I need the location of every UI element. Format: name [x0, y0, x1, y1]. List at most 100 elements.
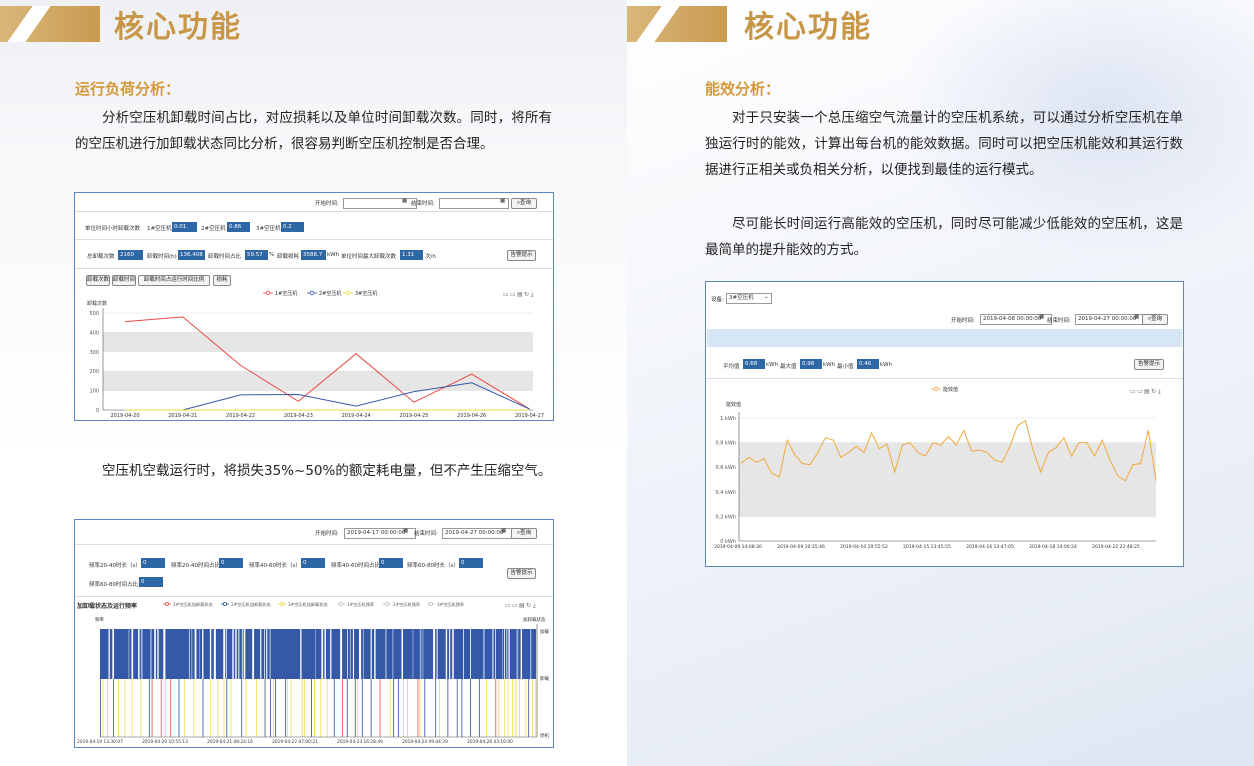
legend-label: 2#空压机加卸载状态	[231, 601, 271, 608]
state-stripe	[301, 679, 303, 737]
state-stripe	[243, 629, 246, 679]
state-stripe	[102, 679, 104, 737]
toolbox-icon[interactable]: ⤓	[531, 291, 534, 298]
query-button[interactable]: ⌕查询	[1142, 314, 1168, 325]
efficiency-chart: 0 kWh0.2 kWh0.4 kWh0.6 kWh0.8 kWh1 kWh能效…	[714, 386, 1161, 550]
y-axis-label: 能效值	[726, 401, 741, 408]
freq-field-label: 频率40-60时长（s）	[249, 563, 301, 569]
section-text-load-analysis: 分析空压机卸载时间占比，对应损耗以及单位时间卸载次数。同时，将所有的空压机进行加…	[75, 110, 552, 152]
calendar-icon[interactable]: ▦	[402, 198, 407, 204]
alarm-button[interactable]: 告警提示	[507, 250, 536, 261]
legend-marker	[345, 290, 351, 296]
legend-label: 能效值	[943, 386, 958, 393]
state-stripe	[154, 629, 156, 679]
unload-rate-value: 0.2	[281, 222, 304, 232]
state-stripe	[151, 679, 153, 737]
calendar-icon[interactable]: ▦	[500, 198, 505, 204]
state-stripe	[287, 679, 288, 737]
end-time-input[interactable]	[439, 198, 509, 209]
freq-field-label: 频率20-40时长（s）	[89, 563, 141, 569]
state-stripe	[507, 679, 509, 737]
max-value: 0.98	[800, 359, 822, 369]
state-stripe	[310, 679, 312, 737]
state-stripe	[498, 679, 500, 737]
end-time-label: 结束时间:	[1047, 318, 1071, 324]
toolbox-icon[interactable]: ▭	[1130, 388, 1136, 395]
toolbox-icon[interactable]: ▤	[519, 602, 525, 609]
toolbox-icon[interactable]: ▭	[510, 291, 516, 298]
x-tick-label: 2019-04-18 14:00:24	[1029, 544, 1077, 550]
query-button[interactable]: ⌕查询	[511, 528, 537, 539]
state-stripe	[412, 629, 414, 679]
toolbox-icon[interactable]: ↻	[526, 602, 531, 609]
query-button[interactable]: ⌕查询	[511, 198, 537, 209]
alarm-button[interactable]: 告警提示	[507, 568, 536, 579]
state-stripe	[100, 679, 101, 737]
freq-field-value: 0	[459, 558, 483, 568]
state-stripe	[140, 629, 143, 679]
state-stripe	[138, 629, 140, 679]
toolbox-icon[interactable]: ▭	[1137, 388, 1143, 395]
max-label: 最大值	[780, 364, 797, 370]
toolbox-icon[interactable]: ⤓	[533, 602, 536, 609]
state-stripe	[470, 679, 472, 737]
state-stripe	[191, 629, 193, 679]
toolbox-icon[interactable]: ↻	[1151, 388, 1156, 395]
toolbox-icon[interactable]: ▭	[503, 291, 509, 298]
calendar-icon[interactable]: ▦	[1039, 314, 1044, 320]
state-stripe	[340, 629, 343, 679]
legend-label: 2#空压机频率	[393, 601, 420, 608]
state-stripe	[112, 629, 114, 679]
unload-loss-label: 卸载损耗	[277, 254, 300, 260]
toolbox-icon[interactable]: ▤	[517, 291, 523, 298]
state-stripe	[470, 629, 471, 679]
min-value: 0.46	[857, 359, 879, 369]
toolbox-icon[interactable]: ↻	[524, 291, 529, 298]
state-stripe	[164, 679, 166, 737]
state-stripe	[422, 629, 424, 679]
legend-label: 1#空压机	[275, 290, 297, 297]
alarm-button[interactable]: 告警提示	[1134, 359, 1164, 370]
grid-band	[739, 491, 1156, 517]
state-stripe	[223, 679, 225, 737]
state-stripe	[389, 679, 391, 737]
state-stripe	[401, 629, 404, 679]
unit-label: kWh	[766, 362, 779, 368]
state-stripe	[447, 679, 449, 737]
state-label: 加载	[540, 628, 549, 635]
calendar-icon[interactable]: ▦	[403, 528, 408, 534]
toolbox-icon[interactable]: ▭	[505, 602, 511, 609]
x-tick-label: 2019-04-21	[168, 413, 197, 419]
state-stripe	[502, 629, 503, 679]
state-stripe	[342, 679, 343, 737]
state-stripe	[128, 629, 130, 679]
state-stripe	[321, 629, 324, 679]
state-stripe	[520, 629, 523, 679]
state-stripe	[202, 679, 204, 737]
chevron-down-icon[interactable]: ⌄	[764, 294, 769, 300]
toolbox-icon[interactable]: ▤	[1144, 388, 1150, 395]
y-tick-label: 0.6 kWh	[715, 465, 736, 471]
toolbox-icon[interactable]: ▭	[512, 602, 518, 609]
x-tick-label: 2019-04-27	[515, 413, 544, 419]
unit-label: kWh	[823, 362, 836, 368]
banner-title: 核心功能	[114, 10, 242, 45]
x-tick-label: 2019-04-26 03:16:00	[467, 739, 513, 745]
y-tick-label: 100	[89, 389, 99, 395]
y-tick-label: 1 kWh	[720, 416, 736, 422]
state-stripe	[374, 629, 376, 679]
toolbox-icon[interactable]: ⤓	[1158, 388, 1161, 395]
state-stripe	[516, 629, 519, 679]
state-stripe	[370, 629, 372, 679]
calendar-icon[interactable]: ▦	[1134, 314, 1139, 320]
calendar-icon[interactable]: ▦	[501, 528, 506, 534]
state-stripe	[178, 679, 180, 737]
unload-ratio-label: 卸载时间占比	[208, 254, 242, 260]
state-stripe	[241, 679, 243, 737]
y-tick-label: 300	[89, 350, 99, 356]
state-stripe	[379, 679, 381, 737]
legend-marker	[165, 602, 170, 607]
freq-field-value: 0	[141, 558, 165, 568]
efficiency-panel: 设备: 3#空压机 ⌄ 开始时间: 2019-04-08 00:00:00 ▦ …	[705, 281, 1184, 567]
legend-marker	[309, 290, 315, 296]
